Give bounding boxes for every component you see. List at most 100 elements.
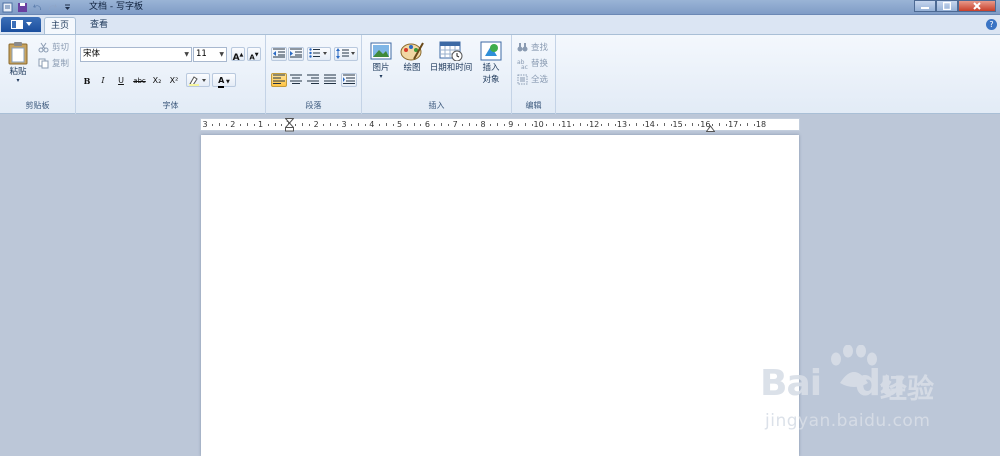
ruler-tick bbox=[496, 123, 498, 126]
ruler-tick bbox=[239, 124, 241, 126]
chevron-down-icon: ▼ bbox=[184, 51, 189, 58]
subscript-button[interactable]: X₂ bbox=[150, 73, 164, 87]
ruler-number: 13 bbox=[616, 120, 628, 129]
find-button[interactable]: 查找 bbox=[517, 41, 548, 53]
ruler-tick bbox=[413, 123, 415, 126]
ruler-number: 3 bbox=[341, 120, 347, 129]
italic-button[interactable]: I bbox=[96, 73, 110, 87]
ruler-tick bbox=[489, 124, 491, 126]
close-button[interactable] bbox=[958, 0, 996, 12]
ruler-tick bbox=[747, 123, 749, 126]
bold-button[interactable]: B bbox=[80, 73, 94, 87]
tab-view[interactable]: 查看 bbox=[84, 17, 114, 34]
chevron-down-icon: ▾ bbox=[379, 73, 383, 80]
ruler-tick bbox=[524, 123, 526, 126]
paragraph-settings-button[interactable] bbox=[341, 73, 357, 87]
help-icon[interactable]: ? bbox=[986, 19, 997, 30]
title-bar: 文档 - 写字板 bbox=[0, 0, 1000, 15]
ruler-tick bbox=[608, 123, 610, 126]
ribbon-tab-row: 主页 查看 ? bbox=[0, 15, 1000, 34]
ruler-tick bbox=[628, 124, 630, 126]
ruler-number: 2 bbox=[313, 120, 319, 129]
ruler-number: 5 bbox=[397, 120, 403, 129]
align-right-icon bbox=[307, 74, 319, 84]
increase-indent-button[interactable] bbox=[288, 47, 304, 61]
ruler-number: 6 bbox=[424, 120, 430, 129]
tab-home[interactable]: 主页 bbox=[44, 17, 76, 34]
strikethrough-button[interactable]: abc bbox=[131, 73, 148, 87]
paste-label: 粘贴 bbox=[9, 67, 27, 77]
replace-icon: abac bbox=[517, 59, 528, 69]
insert-object-label-1: 插入 bbox=[482, 63, 500, 73]
paste-dropdown-icon[interactable]: ▾ bbox=[16, 77, 19, 84]
application-menu-button[interactable] bbox=[1, 17, 41, 32]
ruler-tick bbox=[545, 124, 547, 126]
editing-group-label: 编辑 bbox=[525, 101, 542, 110]
ruler-tick bbox=[246, 123, 248, 126]
paste-button[interactable]: 粘贴 ▾ bbox=[4, 41, 32, 84]
insert-datetime-button[interactable]: 日期和时间 bbox=[428, 41, 474, 73]
grow-font-button[interactable]: A▲ bbox=[231, 47, 245, 63]
ruler-tick bbox=[302, 123, 304, 126]
cut-button[interactable]: 剪切 bbox=[38, 41, 69, 53]
ruler-tick bbox=[434, 124, 436, 126]
ruler-tick bbox=[691, 123, 693, 126]
replace-button[interactable]: ab ac 替换 bbox=[517, 57, 548, 70]
paragraph-group: 段落 bbox=[266, 35, 362, 114]
ruler-tick bbox=[350, 124, 352, 126]
bullets-button[interactable] bbox=[307, 47, 331, 61]
align-left-button[interactable] bbox=[271, 73, 287, 87]
copy-button[interactable]: 复制 bbox=[38, 57, 69, 69]
line-spacing-button[interactable] bbox=[334, 47, 358, 61]
ruler-number: 8 bbox=[480, 120, 486, 129]
ruler-number: 12 bbox=[589, 120, 600, 129]
text-color-button[interactable]: A ▼ bbox=[212, 73, 236, 88]
clipboard-group: 粘贴 ▾ 剪切 复制 剪贴板 bbox=[0, 35, 76, 114]
ruler-number: 1 bbox=[258, 120, 264, 129]
font-family-value: 宋体 bbox=[83, 49, 101, 59]
ruler-number: 14 bbox=[644, 120, 655, 129]
font-family-select[interactable]: 宋体 ▼ bbox=[80, 47, 192, 62]
paint-label: 绘图 bbox=[403, 63, 421, 73]
highlight-color-button[interactable] bbox=[186, 73, 210, 87]
maximize-button[interactable] bbox=[936, 0, 958, 12]
minimize-button[interactable] bbox=[914, 0, 936, 12]
font-size-select[interactable]: 11 ▼ bbox=[193, 47, 227, 62]
first-line-indent-marker[interactable] bbox=[285, 118, 294, 132]
highlighter-icon bbox=[189, 76, 206, 86]
ruler-tick bbox=[274, 123, 276, 126]
ruler-number: 9 bbox=[508, 120, 514, 129]
ruler-tick bbox=[663, 123, 665, 126]
decrease-indent-button[interactable] bbox=[271, 47, 287, 61]
justify-button[interactable] bbox=[322, 73, 338, 87]
font-size-value: 11 bbox=[196, 49, 207, 59]
redo-icon[interactable] bbox=[47, 2, 58, 13]
paint-drawing-button[interactable]: 绘图 bbox=[398, 41, 426, 73]
shrink-font-button[interactable]: A▼ bbox=[247, 47, 261, 61]
document-page[interactable] bbox=[201, 135, 799, 456]
ruler[interactable]: 321123456789101112131415161718 bbox=[200, 118, 800, 132]
insert-picture-button[interactable]: 图片 ▾ bbox=[368, 41, 394, 80]
underline-button[interactable]: U bbox=[114, 73, 128, 87]
watermark-cn: 经验 bbox=[880, 374, 934, 405]
superscript-button[interactable]: X² bbox=[167, 73, 181, 87]
ruler-tick bbox=[740, 124, 742, 126]
save-icon[interactable] bbox=[17, 2, 28, 13]
copy-label: 复制 bbox=[52, 59, 70, 69]
baidu-jingyan-watermark: Bai du 经验 jingyan.baidu.com bbox=[760, 345, 990, 435]
ruler-tick bbox=[719, 123, 721, 126]
undo-icon[interactable] bbox=[32, 2, 43, 13]
align-right-button[interactable] bbox=[305, 73, 321, 87]
ruler-tick bbox=[330, 123, 332, 126]
window-controls bbox=[914, 0, 996, 12]
align-center-button[interactable] bbox=[288, 73, 304, 87]
paste-icon bbox=[8, 42, 28, 65]
wordpad-app-icon[interactable] bbox=[2, 2, 13, 13]
insert-object-button[interactable]: 插入 对象 bbox=[476, 41, 506, 85]
ruler-tick bbox=[211, 124, 213, 126]
customize-qat-icon[interactable] bbox=[62, 2, 73, 13]
select-all-button[interactable]: 全选 bbox=[517, 73, 548, 85]
ruler-tick bbox=[656, 124, 658, 126]
right-indent-marker[interactable] bbox=[706, 125, 715, 132]
ruler-tick bbox=[378, 124, 380, 126]
